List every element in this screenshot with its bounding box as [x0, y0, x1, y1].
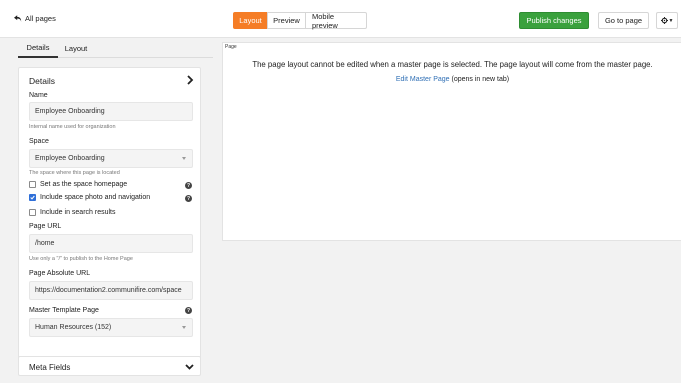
search-results-checkbox-row[interactable]: Include in search results [29, 209, 115, 216]
space-photo-checkbox[interactable] [29, 194, 36, 201]
master-template-select[interactable]: Human Resources (152) [29, 318, 193, 337]
page-url-input[interactable]: /home [29, 234, 193, 253]
go-to-page-button[interactable]: Go to page [598, 12, 649, 29]
opens-new-tab-note: (opens in new tab) [449, 76, 510, 83]
top-toolbar: All pages Layout Preview Mobile preview … [0, 0, 681, 38]
details-panel: Details Name Employee Onboarding Interna… [18, 67, 201, 375]
name-label: Name [29, 92, 48, 99]
checkmark-icon [30, 195, 35, 200]
master-template-select-value: Human Resources (152) [35, 324, 112, 331]
name-input[interactable]: Employee Onboarding [29, 102, 193, 121]
homepage-checkbox[interactable] [29, 181, 36, 188]
settings-sidebar: Details Layout Details Name Employee Onb… [10, 38, 213, 383]
chevron-down-icon[interactable] [185, 364, 194, 370]
space-label: Space [29, 138, 49, 145]
homepage-checkbox-label: Set as the space homepage [40, 181, 128, 188]
publish-changes-button[interactable]: Publish changes [519, 12, 589, 29]
help-icon[interactable]: ? [185, 195, 192, 202]
caret-down-icon [182, 326, 186, 329]
back-label: All pages [25, 14, 56, 23]
tab-details[interactable]: Details [18, 38, 58, 58]
name-help-text: Internal name used for organization [29, 124, 116, 130]
edit-master-page-line: Edit Master Page (opens in new tab) [223, 76, 681, 83]
absolute-url-input[interactable]: https://documentation2.communifire.com/s… [29, 281, 193, 300]
meta-fields-panel[interactable]: Meta Fields [18, 356, 201, 376]
absolute-url-label: Page Absolute URL [29, 270, 91, 277]
settings-dropdown-button[interactable]: ▼ [656, 12, 678, 29]
page-canvas: Page The page layout cannot be edited wh… [222, 42, 681, 241]
space-select-value: Employee Onboarding [35, 155, 105, 162]
homepage-checkbox-row[interactable]: Set as the space homepage [29, 181, 127, 188]
meta-fields-title: Meta Fields [29, 363, 71, 372]
details-panel-title: Details [29, 76, 55, 86]
help-icon[interactable]: ? [185, 307, 192, 314]
space-photo-checkbox-row[interactable]: Include space photo and navigation [29, 194, 150, 201]
master-page-message: The page layout cannot be edited when a … [252, 60, 653, 69]
page-url-help-text: Use only a "/" to publish to the Home Pa… [29, 256, 133, 262]
space-help-text: The space where this page is located [29, 170, 120, 176]
search-results-checkbox[interactable] [29, 209, 36, 216]
space-photo-checkbox-label: Include space photo and navigation [40, 194, 151, 201]
space-select[interactable]: Employee Onboarding [29, 149, 193, 168]
chevron-right-icon[interactable] [186, 75, 194, 85]
caret-down-icon: ▼ [668, 17, 674, 24]
tab-layout[interactable]: Layout [58, 38, 94, 58]
mobile-preview-mode-button[interactable]: Mobile preview [305, 12, 367, 30]
caret-down-icon [182, 157, 186, 160]
sidebar-tabs: Details Layout [18, 38, 213, 58]
undo-arrow-icon [14, 15, 22, 22]
back-to-all-pages-link[interactable]: All pages [14, 14, 56, 23]
help-icon[interactable]: ? [185, 182, 192, 189]
view-mode-toggle: Layout Preview Mobile preview [233, 12, 367, 30]
master-template-label: Master Template Page [29, 307, 99, 314]
edit-master-page-link[interactable]: Edit Master Page [396, 76, 450, 83]
preview-mode-button[interactable]: Preview [267, 12, 306, 29]
search-results-checkbox-label: Include in search results [40, 209, 116, 216]
page-url-label: Page URL [29, 223, 62, 230]
page-tag: Page [225, 44, 237, 50]
layout-mode-button[interactable]: Layout [233, 12, 268, 29]
gear-icon [660, 17, 668, 24]
